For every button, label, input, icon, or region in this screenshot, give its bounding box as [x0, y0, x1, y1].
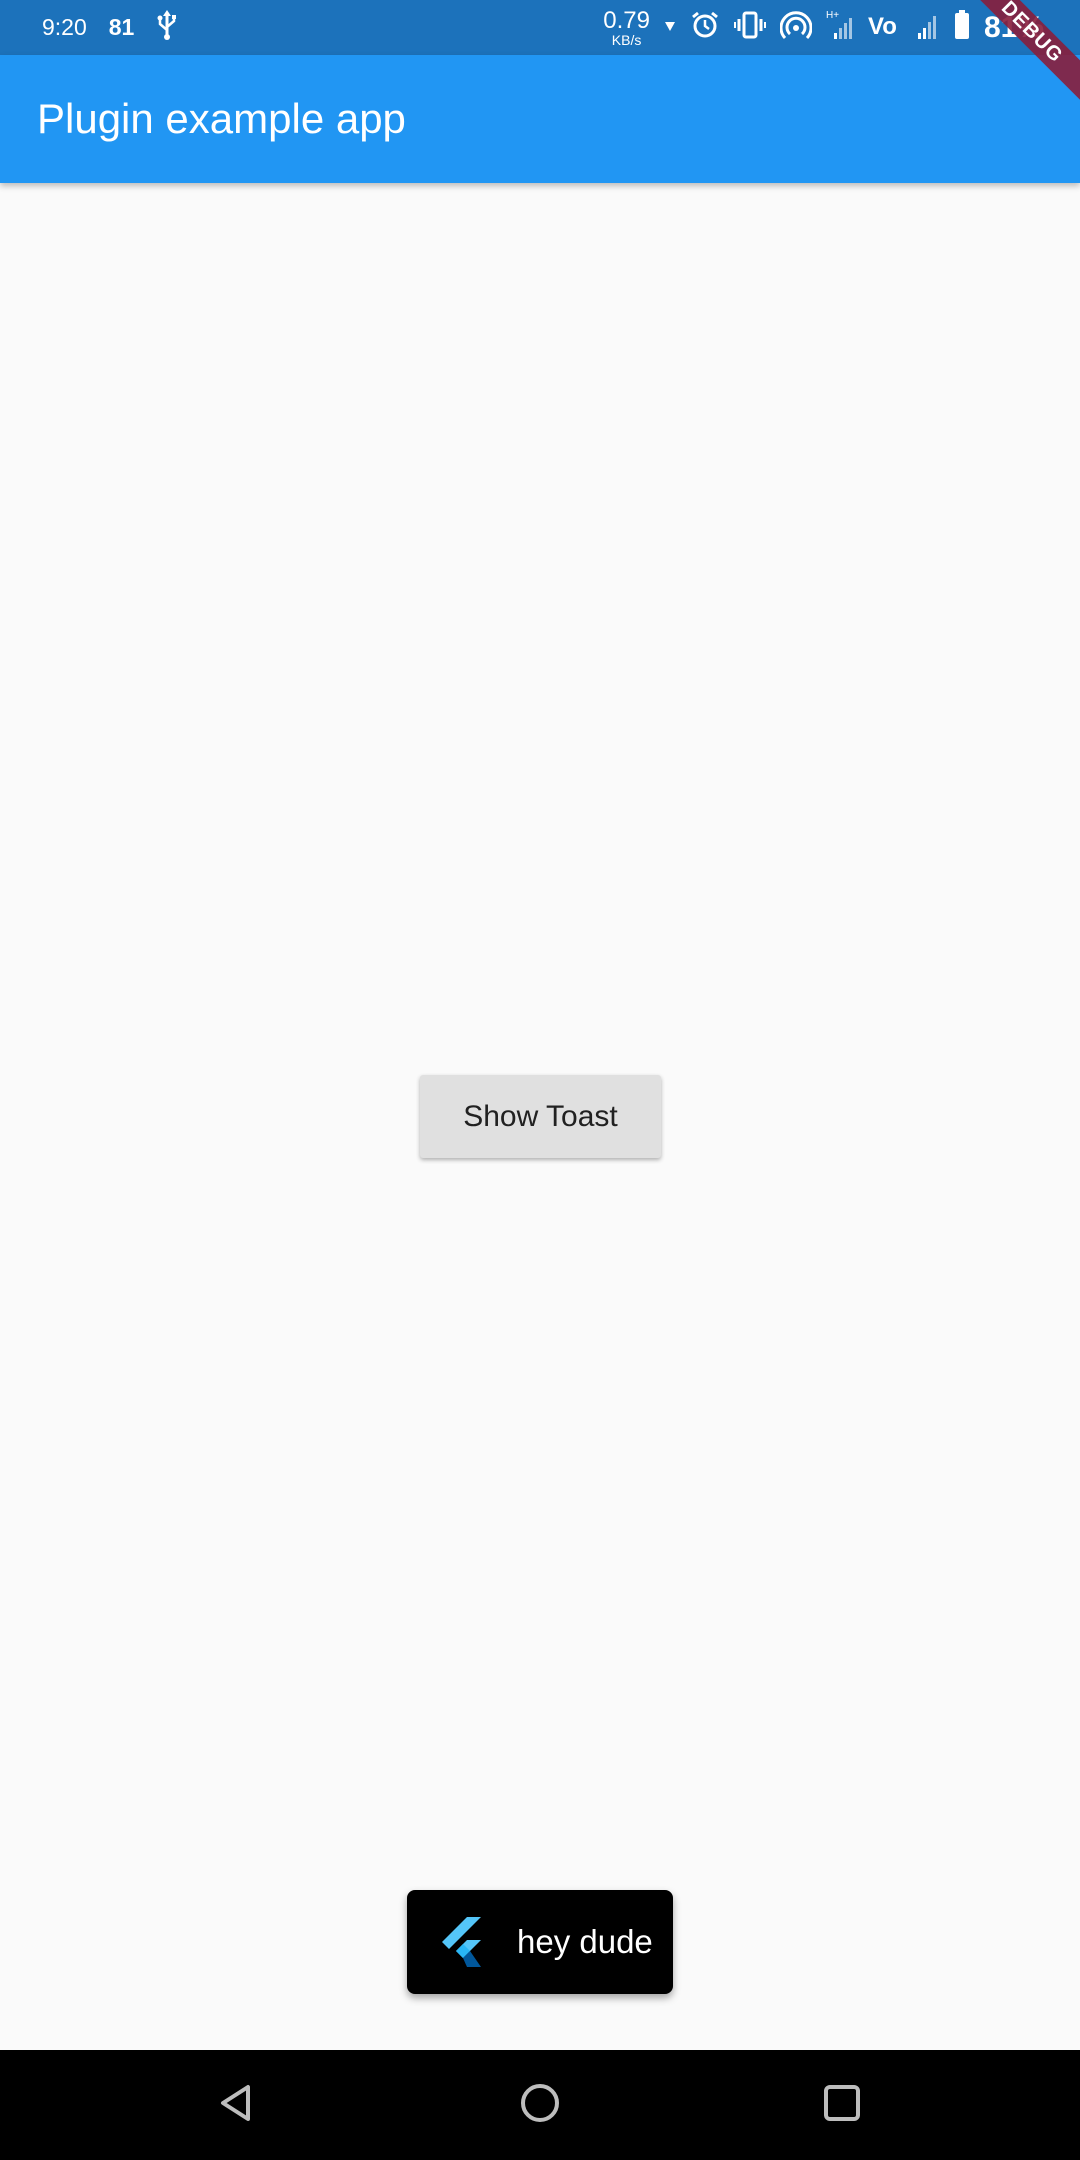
flutter-logo-icon — [439, 1917, 485, 1967]
status-left: 9:20 81 — [42, 0, 178, 55]
screen: 9:20 81 0.79 KB/s H+ Vo DEBUG Plugin exa… — [0, 0, 1080, 2160]
signal-icon — [916, 11, 940, 44]
volte-icon: Vo — [868, 11, 902, 44]
svg-text:Vo: Vo — [868, 13, 897, 39]
net-speed-unit: KB/s — [611, 31, 642, 48]
download-arrow-icon — [664, 19, 676, 37]
toast: hey dude — [407, 1890, 673, 1994]
usb-icon — [156, 9, 178, 46]
svg-text:H+: H+ — [826, 10, 839, 21]
signal-hplus-icon: H+ — [826, 9, 854, 46]
net-speed-value: 0.79 — [603, 6, 650, 34]
back-icon — [217, 2083, 257, 2128]
home-button[interactable] — [515, 2080, 565, 2130]
hotspot-icon — [779, 10, 813, 45]
status-time: 9:20 — [42, 14, 87, 40]
home-icon — [519, 2082, 561, 2129]
recents-button[interactable] — [817, 2080, 867, 2130]
show-toast-button[interactable]: Show Toast — [420, 1075, 661, 1158]
app-bar: Plugin example app — [0, 55, 1080, 183]
net-speed: 0.79 KB/s — [603, 6, 650, 48]
status-bar: 9:20 81 0.79 KB/s H+ Vo — [0, 0, 1080, 55]
battery-icon — [954, 10, 970, 45]
status-right: 0.79 KB/s H+ Vo — [603, 0, 1044, 55]
toast-message: hey dude — [517, 1923, 653, 1960]
recents-icon — [823, 2084, 861, 2127]
vibrate-icon — [733, 10, 766, 45]
nav-bar — [0, 2050, 1080, 2160]
back-button[interactable] — [212, 2080, 262, 2130]
notification-count: 81 — [108, 14, 135, 40]
app-title: Plugin example app — [37, 95, 406, 142]
alarm-icon — [690, 10, 720, 45]
